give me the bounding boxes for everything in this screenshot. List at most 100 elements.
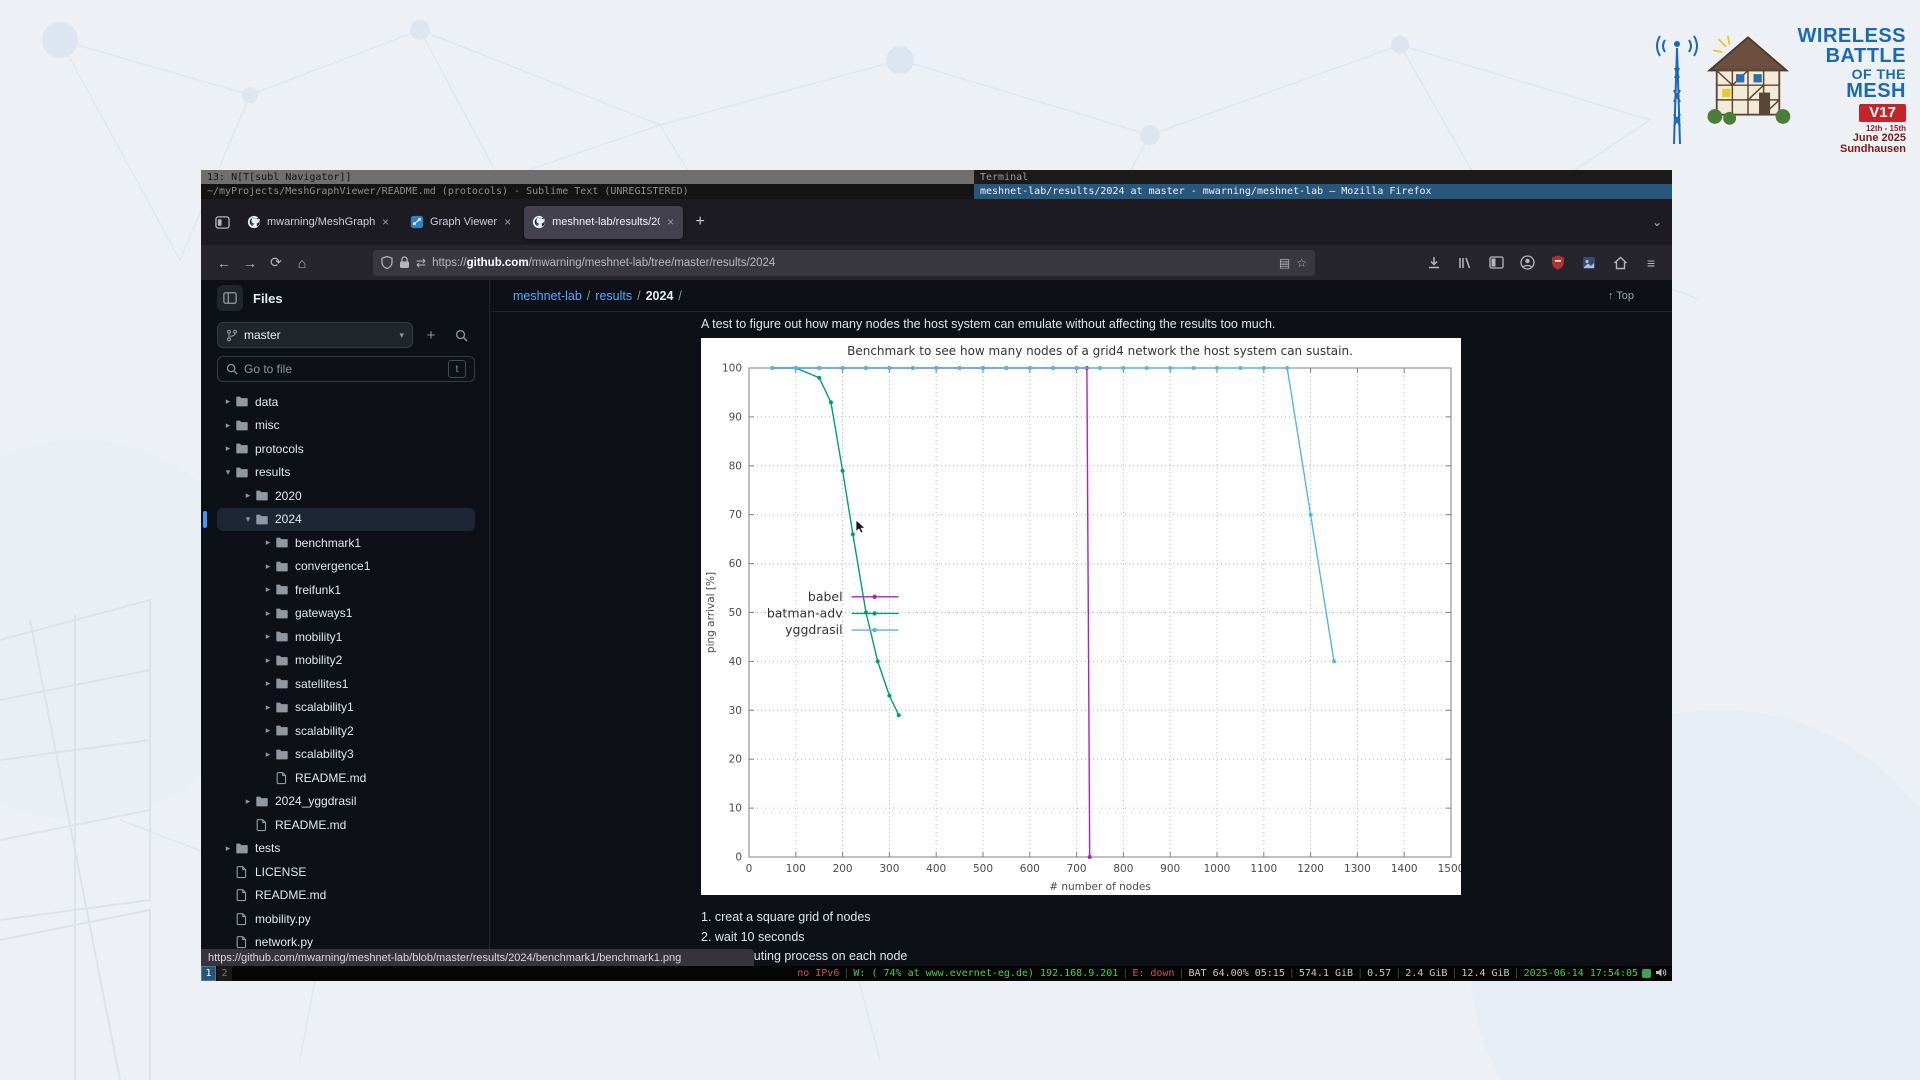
branch-name: master xyxy=(244,328,281,342)
tree-item-label: 2024_yggdrasil xyxy=(275,794,357,809)
status-separator: | xyxy=(1357,968,1364,979)
chevron-icon[interactable]: ▸ xyxy=(261,537,275,548)
forward-button[interactable]: → xyxy=(237,250,263,276)
tree-row-results[interactable]: ▾ results xyxy=(217,461,475,485)
reload-button[interactable]: ⟳ xyxy=(263,250,289,276)
chevron-icon[interactable]: ▸ xyxy=(221,443,235,454)
files-header: Files xyxy=(217,285,475,311)
chevron-icon[interactable]: ▸ xyxy=(221,420,235,431)
window-titlebar-row: 13: N[T[subl Navigator]] Terminal xyxy=(201,170,1672,184)
firefox-view-icon xyxy=(214,215,230,229)
tree-row-mobility1[interactable]: ▸ mobility1 xyxy=(217,625,475,649)
workspace-button-1[interactable]: 1 xyxy=(201,966,216,981)
browser-tab[interactable]: mwarning/MeshGraphVie × xyxy=(239,206,398,239)
go-to-file-input[interactable]: Go to file t xyxy=(217,356,475,382)
collapse-sidebar-button[interactable] xyxy=(217,285,243,311)
chevron-icon[interactable]: ▸ xyxy=(241,490,255,501)
chevron-icon[interactable]: ▸ xyxy=(261,702,275,713)
chevron-icon[interactable]: ▸ xyxy=(261,678,275,689)
browser-tab[interactable]: Graph Viewer × xyxy=(402,206,520,239)
tree-row-2020[interactable]: ▸ 2020 xyxy=(217,484,475,508)
breadcrumb-results-link[interactable]: results xyxy=(595,289,632,303)
tree-row-gateways1[interactable]: ▸ gateways1 xyxy=(217,602,475,626)
chevron-icon[interactable]: ▾ xyxy=(221,467,235,478)
chevron-icon[interactable]: ▸ xyxy=(261,561,275,572)
chevron-icon[interactable]: ▸ xyxy=(261,608,275,619)
folder-icon xyxy=(275,654,295,667)
back-to-top-link[interactable]: ↑ Top xyxy=(1608,290,1672,302)
benchmark-chart-image[interactable]: 0 100 200 300 400 500 600 700 800 900 1000 1100 1200… xyxy=(701,338,1464,895)
tree-row-readme-md[interactable]: README.md xyxy=(217,766,475,790)
chevron-icon[interactable]: ▸ xyxy=(221,396,235,407)
tree-row-2024[interactable]: ▾ 2024 xyxy=(203,507,475,531)
breadcrumb-repo-link[interactable]: meshnet-lab xyxy=(513,289,582,303)
tree-row-benchmark1[interactable]: ▸ benchmark1 xyxy=(217,531,475,555)
reader-mode-icon[interactable]: ▤ xyxy=(1279,256,1290,270)
workspace-button-2[interactable]: 2 xyxy=(217,966,232,981)
new-tab-button[interactable]: + xyxy=(687,213,713,231)
tree-row-convergence1[interactable]: ▸ convergence1 xyxy=(217,555,475,579)
chevron-icon[interactable]: ▸ xyxy=(261,725,275,736)
ublock-extension-icon[interactable] xyxy=(1547,252,1569,274)
firefox-view-button[interactable] xyxy=(209,209,235,235)
sublime-navigator-titlebar[interactable]: 13: N[T[subl Navigator]] xyxy=(201,170,974,184)
browser-tab[interactable]: meshnet-lab/results/202 × xyxy=(524,205,684,239)
tree-row-scalability2[interactable]: ▸ scalability2 xyxy=(217,719,475,743)
svg-text:batman-adv: batman-adv xyxy=(767,605,843,620)
homepage-extension-icon[interactable] xyxy=(1609,252,1631,274)
add-file-button[interactable]: + xyxy=(419,323,443,347)
chevron-icon[interactable]: ▸ xyxy=(261,749,275,760)
status-separator: | xyxy=(1513,968,1520,979)
home-button[interactable]: ⌂ xyxy=(289,250,315,276)
back-button[interactable]: ← xyxy=(211,250,237,276)
library-button[interactable] xyxy=(1454,252,1476,274)
menu-button[interactable]: ≡ xyxy=(1640,252,1662,274)
chevron-icon[interactable]: ▸ xyxy=(221,843,235,854)
list-all-tabs-button[interactable]: ⌄ xyxy=(1652,215,1664,229)
tab-close-button[interactable]: × xyxy=(381,215,390,229)
account-button[interactable] xyxy=(1516,252,1538,274)
tree-row-readme-md[interactable]: README.md xyxy=(217,884,475,908)
terminal-titlebar[interactable]: Terminal xyxy=(974,170,1672,184)
sidebar-toggle-button[interactable] xyxy=(1485,252,1507,274)
chevron-icon[interactable]: ▾ xyxy=(241,514,255,525)
search-this-repo-button[interactable] xyxy=(449,323,473,347)
tree-row-satellites1[interactable]: ▸ satellites1 xyxy=(217,672,475,696)
permissions-icon[interactable]: ⇄ xyxy=(416,256,426,270)
url-text[interactable]: https://github.com/mwarning/meshnet-lab/… xyxy=(432,257,1273,269)
tree-row-tests[interactable]: ▸ tests xyxy=(217,837,475,861)
firefox-titlebar-focused[interactable]: meshnet-lab/results/2024 at master - mwa… xyxy=(974,184,1672,199)
tree-row-license[interactable]: LICENSE xyxy=(217,860,475,884)
tree-row-mobility2[interactable]: ▸ mobility2 xyxy=(217,649,475,673)
branch-selector[interactable]: master ▾ xyxy=(217,322,413,348)
url-bar[interactable]: ⇄ https://github.com/mwarning/meshnet-la… xyxy=(373,249,1315,276)
tree-row-protocols[interactable]: ▸ protocols xyxy=(217,437,475,461)
tree-row-freifunk1[interactable]: ▸ freifunk1 xyxy=(217,578,475,602)
status-separator: | xyxy=(843,968,850,979)
chevron-icon[interactable]: ▸ xyxy=(261,631,275,642)
svg-text:600: 600 xyxy=(1020,863,1040,875)
tree-row-scalability1[interactable]: ▸ scalability1 xyxy=(217,696,475,720)
folder-icon xyxy=(275,630,295,643)
tree-row-misc[interactable]: ▸ misc xyxy=(217,414,475,438)
tree-row-scalability3[interactable]: ▸ scalability3 xyxy=(217,743,475,767)
tree-row-readme-md[interactable]: README.md xyxy=(217,813,475,837)
chevron-icon[interactable]: ▸ xyxy=(261,655,275,666)
github-icon xyxy=(532,215,546,229)
tab-title: mwarning/MeshGraphVie xyxy=(267,216,375,228)
screenshot-extension-icon[interactable] xyxy=(1578,252,1600,274)
tab-close-button[interactable]: × xyxy=(666,215,675,229)
tab-close-button[interactable]: × xyxy=(503,215,512,229)
volume-icon xyxy=(1655,967,1667,981)
tracking-shield-icon[interactable] xyxy=(381,256,393,269)
downloads-button[interactable] xyxy=(1423,252,1445,274)
chevron-icon[interactable]: ▸ xyxy=(241,796,255,807)
status-segment: W: ( 74% at www.evernet-eg.de) 192.168.9… xyxy=(853,968,1119,979)
tree-row-mobility-py[interactable]: mobility.py xyxy=(217,907,475,931)
tree-row-data[interactable]: ▸ data xyxy=(217,390,475,414)
bookmark-star-icon[interactable]: ☆ xyxy=(1296,256,1307,270)
chevron-icon[interactable]: ▸ xyxy=(261,584,275,595)
sublime-text-titlebar[interactable]: ~/myProjects/MeshGraphViewer/README.md (… xyxy=(201,184,974,199)
lock-icon[interactable] xyxy=(399,256,410,269)
tree-row-2024-yggdrasil[interactable]: ▸ 2024_yggdrasil xyxy=(217,790,475,814)
